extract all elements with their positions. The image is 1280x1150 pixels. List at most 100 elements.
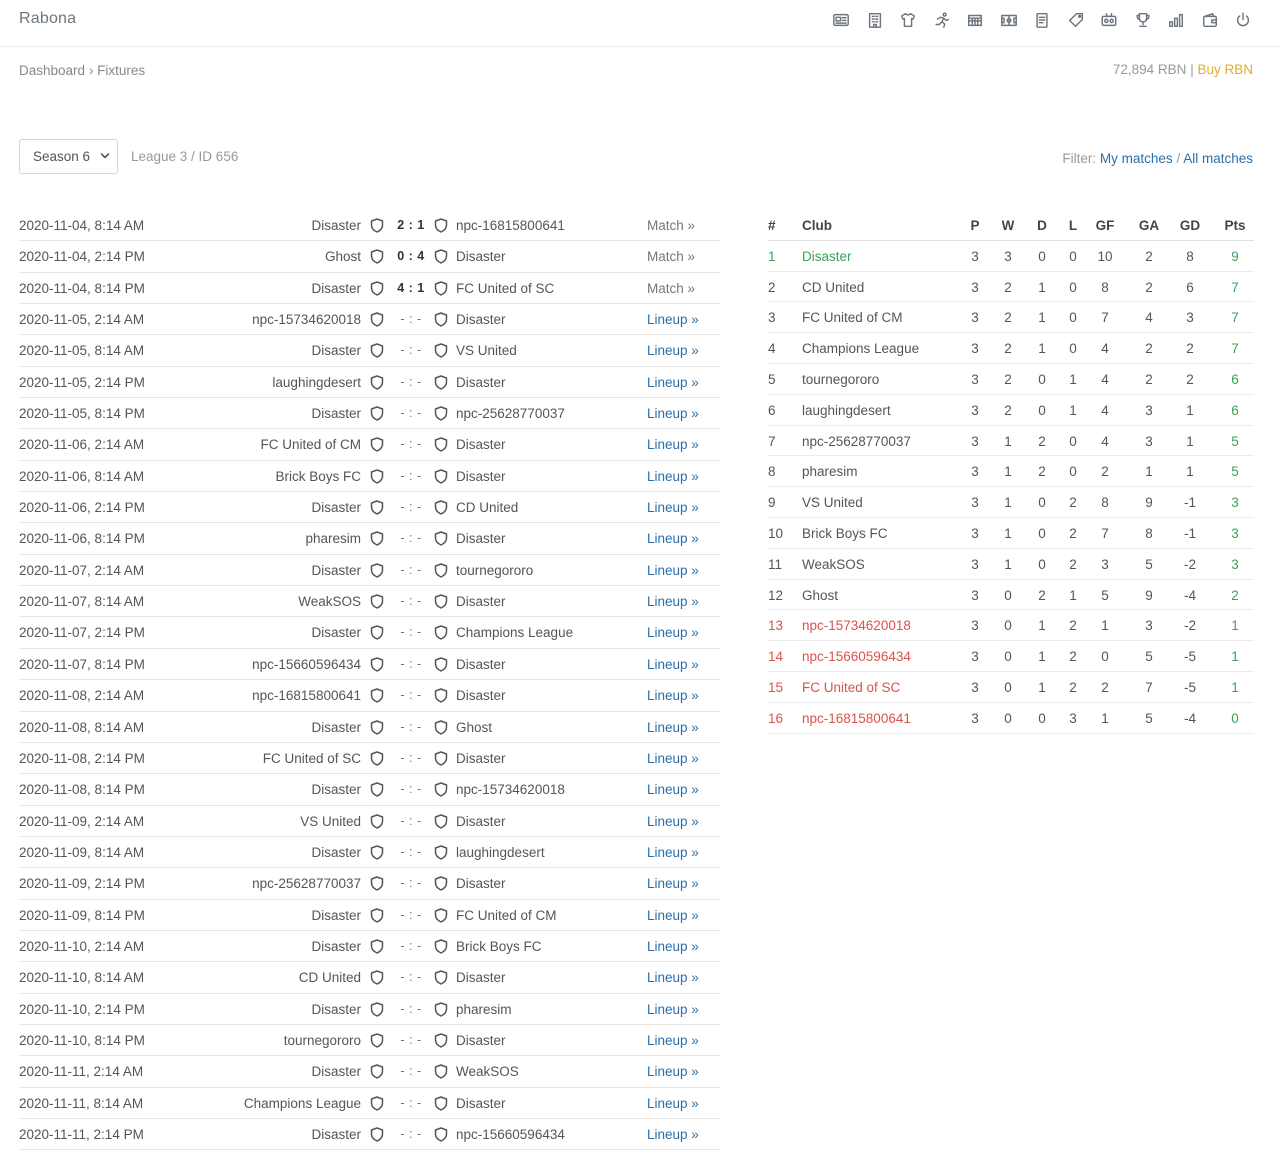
- lineup-link[interactable]: Lineup »: [647, 1033, 699, 1048]
- fixture-home-team[interactable]: Disaster: [311, 343, 361, 358]
- fixture-home-team[interactable]: Disaster: [311, 563, 361, 578]
- fixture-away-team[interactable]: npc-15734620018: [456, 782, 565, 797]
- standing-club[interactable]: Champions League: [802, 341, 919, 356]
- fixture-home-team[interactable]: Disaster: [311, 1127, 361, 1142]
- standing-club[interactable]: FC United of SC: [802, 680, 900, 695]
- fixture-home-team[interactable]: Brick Boys FC: [275, 469, 361, 484]
- fixture-away-team[interactable]: Disaster: [456, 657, 506, 672]
- lineup-link[interactable]: Lineup »: [647, 500, 699, 515]
- standing-club[interactable]: pharesim: [802, 464, 858, 479]
- fixture-home-team[interactable]: Disaster: [311, 500, 361, 515]
- news-icon[interactable]: [830, 9, 852, 31]
- fixture-away-team[interactable]: pharesim: [456, 1002, 512, 1017]
- fixture-home-team[interactable]: Disaster: [311, 782, 361, 797]
- fixture-home-team[interactable]: npc-15660596434: [252, 657, 361, 672]
- fixture-away-team[interactable]: Brick Boys FC: [456, 939, 542, 954]
- lineup-link[interactable]: Lineup »: [647, 751, 699, 766]
- standing-club[interactable]: npc-16815800641: [802, 711, 911, 726]
- standing-club[interactable]: npc-25628770037: [802, 434, 911, 449]
- lineup-link[interactable]: Lineup »: [647, 531, 699, 546]
- standing-club[interactable]: npc-15660596434: [802, 649, 911, 664]
- lineup-link[interactable]: Lineup »: [647, 1096, 699, 1111]
- fixture-away-team[interactable]: Disaster: [456, 1096, 506, 1111]
- fixture-home-team[interactable]: npc-25628770037: [252, 876, 361, 891]
- fixture-away-team[interactable]: FC United of SC: [456, 281, 554, 296]
- fixture-home-team[interactable]: FC United of SC: [263, 751, 361, 766]
- fixture-home-team[interactable]: npc-16815800641: [252, 688, 361, 703]
- lineup-link[interactable]: Lineup »: [647, 657, 699, 672]
- match-link[interactable]: Match »: [647, 249, 695, 264]
- standing-club[interactable]: FC United of CM: [802, 310, 903, 325]
- fixture-home-team[interactable]: laughingdesert: [272, 375, 361, 390]
- lineup-link[interactable]: Lineup »: [647, 970, 699, 985]
- fixture-away-team[interactable]: FC United of CM: [456, 908, 557, 923]
- shirt-icon[interactable]: [897, 9, 919, 31]
- lineup-link[interactable]: Lineup »: [647, 469, 699, 484]
- lineup-link[interactable]: Lineup »: [647, 845, 699, 860]
- lineup-link[interactable]: Lineup »: [647, 908, 699, 923]
- fixture-away-team[interactable]: npc-25628770037: [456, 406, 565, 421]
- fixture-away-team[interactable]: npc-15660596434: [456, 1127, 565, 1142]
- lineup-link[interactable]: Lineup »: [647, 1064, 699, 1079]
- building-icon[interactable]: [864, 9, 886, 31]
- fixture-away-team[interactable]: Disaster: [456, 594, 506, 609]
- lineup-link[interactable]: Lineup »: [647, 312, 699, 327]
- fixture-home-team[interactable]: Disaster: [311, 845, 361, 860]
- brand-logo[interactable]: Rabona: [19, 10, 76, 28]
- tag-icon[interactable]: [1065, 9, 1087, 31]
- standing-club[interactable]: tournegororo: [802, 372, 879, 387]
- lineup-link[interactable]: Lineup »: [647, 782, 699, 797]
- fixture-home-team[interactable]: Ghost: [325, 249, 361, 264]
- scoreboard-icon[interactable]: [1098, 9, 1120, 31]
- standing-club[interactable]: npc-15734620018: [802, 618, 911, 633]
- standing-club[interactable]: WeakSOS: [802, 557, 865, 572]
- fixture-home-team[interactable]: Disaster: [311, 1002, 361, 1017]
- fixture-away-team[interactable]: Disaster: [456, 970, 506, 985]
- bar-chart-icon[interactable]: [1165, 9, 1187, 31]
- fixture-away-team[interactable]: Disaster: [456, 375, 506, 390]
- fixture-home-team[interactable]: FC United of CM: [260, 437, 361, 452]
- breadcrumb-dashboard-link[interactable]: Dashboard: [19, 63, 85, 78]
- fixture-away-team[interactable]: Disaster: [456, 1033, 506, 1048]
- standing-club[interactable]: laughingdesert: [802, 403, 891, 418]
- fixture-away-team[interactable]: CD United: [456, 500, 518, 515]
- fixture-home-team[interactable]: Disaster: [311, 720, 361, 735]
- match-link[interactable]: Match »: [647, 218, 695, 233]
- lineup-link[interactable]: Lineup »: [647, 343, 699, 358]
- standing-club[interactable]: Disaster: [802, 249, 852, 264]
- fixture-home-team[interactable]: Disaster: [311, 939, 361, 954]
- lineup-link[interactable]: Lineup »: [647, 1127, 699, 1142]
- trophy-icon[interactable]: [1132, 9, 1154, 31]
- lineup-link[interactable]: Lineup »: [647, 688, 699, 703]
- stadium-icon[interactable]: [964, 9, 986, 31]
- fixture-home-team[interactable]: WeakSOS: [298, 594, 361, 609]
- fixture-home-team[interactable]: Disaster: [311, 281, 361, 296]
- fixture-away-team[interactable]: Disaster: [456, 814, 506, 829]
- fixture-home-team[interactable]: Disaster: [311, 406, 361, 421]
- document-icon[interactable]: [1031, 9, 1053, 31]
- lineup-link[interactable]: Lineup »: [647, 406, 699, 421]
- filter-my-matches-link[interactable]: My matches: [1100, 151, 1173, 166]
- fixture-away-team[interactable]: Disaster: [456, 531, 506, 546]
- fixture-away-team[interactable]: Disaster: [456, 751, 506, 766]
- lineup-link[interactable]: Lineup »: [647, 563, 699, 578]
- fixture-home-team[interactable]: CD United: [299, 970, 361, 985]
- standing-club[interactable]: VS United: [802, 495, 863, 510]
- lineup-link[interactable]: Lineup »: [647, 594, 699, 609]
- fixture-away-team[interactable]: VS United: [456, 343, 517, 358]
- fixture-away-team[interactable]: Disaster: [456, 312, 506, 327]
- fixture-away-team[interactable]: Disaster: [456, 876, 506, 891]
- fixture-home-team[interactable]: tournegororo: [284, 1033, 361, 1048]
- fixture-home-team[interactable]: VS United: [300, 814, 361, 829]
- fixture-away-team[interactable]: tournegororo: [456, 563, 533, 578]
- lineup-link[interactable]: Lineup »: [647, 375, 699, 390]
- lineup-link[interactable]: Lineup »: [647, 876, 699, 891]
- fixture-away-team[interactable]: WeakSOS: [456, 1064, 519, 1079]
- fixture-away-team[interactable]: Disaster: [456, 688, 506, 703]
- wallet-icon[interactable]: [1199, 9, 1221, 31]
- fixture-away-team[interactable]: Ghost: [456, 720, 492, 735]
- fixture-home-team[interactable]: Disaster: [311, 908, 361, 923]
- fixture-home-team[interactable]: Disaster: [311, 1064, 361, 1079]
- lineup-link[interactable]: Lineup »: [647, 1002, 699, 1017]
- power-icon[interactable]: [1232, 9, 1254, 31]
